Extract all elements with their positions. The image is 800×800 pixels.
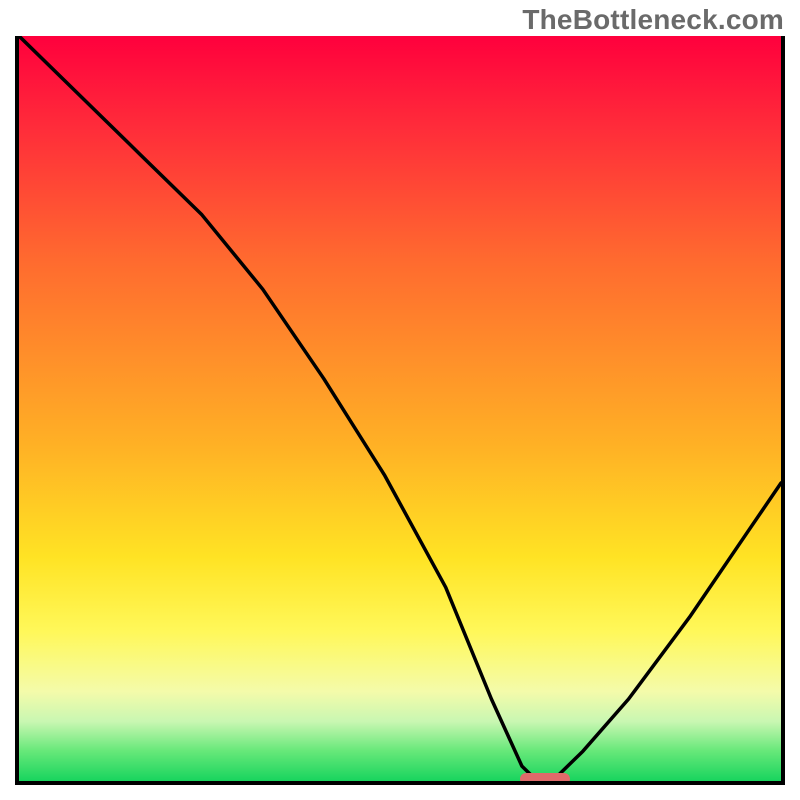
watermark-text: TheBottleneck.com <box>522 4 784 36</box>
bottleneck-curve-path <box>19 36 781 781</box>
axis-bottom <box>15 781 785 785</box>
bottleneck-chart: TheBottleneck.com <box>0 0 800 800</box>
axis-right <box>781 36 785 785</box>
plot-area <box>19 36 781 781</box>
axis-left <box>15 36 19 785</box>
curve-svg <box>19 36 781 781</box>
